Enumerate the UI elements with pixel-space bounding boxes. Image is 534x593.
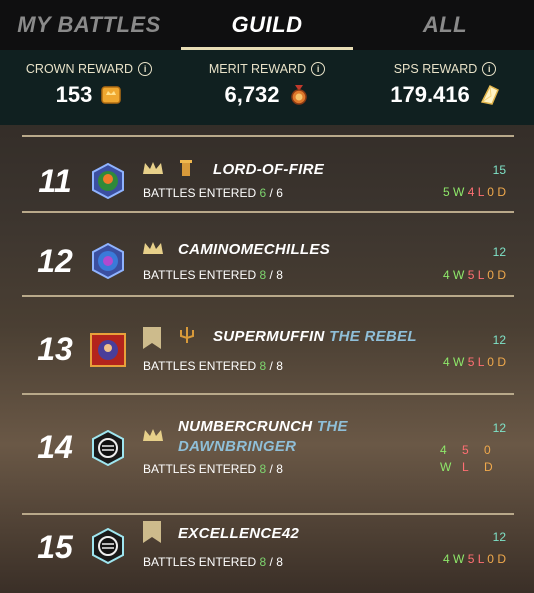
battle-count: 12	[492, 530, 506, 544]
sps-reward-value: 179.416	[390, 82, 470, 107]
avatar	[92, 430, 124, 466]
player-name[interactable]: NUMBERCRUNCH THE DAWNBRINGER	[178, 417, 378, 457]
win-loss-draw: 4 W 5 L 0 D	[442, 268, 506, 282]
rank-number: 14	[37, 429, 73, 465]
rank-number: 11	[38, 163, 72, 199]
info-icon[interactable]: i	[482, 62, 497, 76]
info-icon[interactable]: i	[311, 62, 326, 76]
battle-count: 12	[492, 421, 506, 435]
crown-icon	[143, 162, 163, 174]
tab-guild[interactable]: GUILD	[178, 0, 356, 50]
player-name[interactable]: SUPERMUFFIN THE REBEL	[213, 328, 417, 345]
tab-bar: MY BATTLES GUILD ALL	[0, 0, 534, 50]
table-row[interactable]: 11 LORD-OF-FIRE BATTLES ENTERED 6 / 6 15…	[22, 135, 514, 211]
merit-reward: MERIT REWARD i 6,732	[178, 50, 356, 125]
win-loss-draw: 5 W 4 L 0 D	[442, 185, 506, 199]
table-row[interactable]: 12 CAMINOMECHILLES BATTLES ENTERED 8 / 8…	[22, 211, 514, 295]
crown-icon	[143, 242, 163, 254]
trident-icon	[180, 327, 194, 343]
crown-icon	[143, 429, 163, 441]
avatar	[92, 163, 124, 199]
win-loss-draw: 4 5 0 W L D	[440, 443, 493, 474]
crown-reward: CROWN REWARD i 153	[0, 50, 178, 125]
battles-entered: BATTLES ENTERED 8 / 8	[143, 555, 283, 569]
merit-medal-icon	[290, 85, 307, 105]
rank-number: 15	[37, 529, 73, 565]
sps-reward: SPS REWARD i 179.416	[356, 50, 534, 125]
tower-icon	[180, 160, 192, 176]
merit-reward-label: MERIT REWARD	[208, 62, 307, 76]
table-row[interactable]: 14 NUMBERCRUNCH THE DAWNBRINGER BATTLES …	[22, 393, 514, 513]
avatar	[92, 243, 124, 279]
battles-entered: BATTLES ENTERED 6 / 6	[143, 186, 283, 200]
rank-number: 13	[37, 331, 73, 367]
table-row[interactable]: 13 SUPERMUFFIN THE REBEL BATTLES ENTERED…	[22, 295, 514, 393]
battle-count: 15	[492, 163, 506, 177]
player-name[interactable]: CAMINOMECHILLES	[178, 241, 330, 258]
merit-reward-value: 6,732	[224, 82, 280, 107]
battle-count: 12	[492, 245, 506, 259]
crown-reward-value: 153	[55, 82, 93, 107]
crown-reward-label: CROWN REWARD	[25, 62, 134, 76]
win-loss-draw: 4 W 5 L 0 D	[442, 355, 506, 369]
battles-entered: BATTLES ENTERED 8 / 8	[143, 268, 283, 282]
info-icon[interactable]: i	[138, 62, 153, 76]
win-loss-draw: 4 W 5 L 0 D	[442, 552, 506, 566]
tab-all[interactable]: ALL	[356, 0, 534, 50]
sps-crystal-icon	[480, 84, 499, 105]
battles-entered: BATTLES ENTERED 8 / 8	[143, 462, 283, 476]
table-row[interactable]: 15 EXCELLENCE42 BATTLES ENTERED 8 / 8 12…	[22, 513, 514, 593]
battle-count: 12	[492, 333, 506, 347]
rank-number: 12	[37, 243, 73, 279]
banner-icon	[143, 521, 161, 543]
rewards-panel: CROWN REWARD i 153 MERIT REWARD i 6,732	[0, 50, 534, 125]
player-name[interactable]: LORD-OF-FIRE	[213, 161, 324, 178]
battles-entered: BATTLES ENTERED 8 / 8	[143, 359, 283, 373]
avatar	[92, 528, 124, 564]
sps-reward-label: SPS REWARD	[393, 62, 478, 76]
tab-my-battles[interactable]: MY BATTLES	[0, 0, 178, 50]
crown-chest-icon	[101, 86, 122, 104]
avatar	[90, 333, 126, 367]
player-name[interactable]: EXCELLENCE42	[178, 525, 299, 542]
banner-icon	[143, 327, 161, 349]
